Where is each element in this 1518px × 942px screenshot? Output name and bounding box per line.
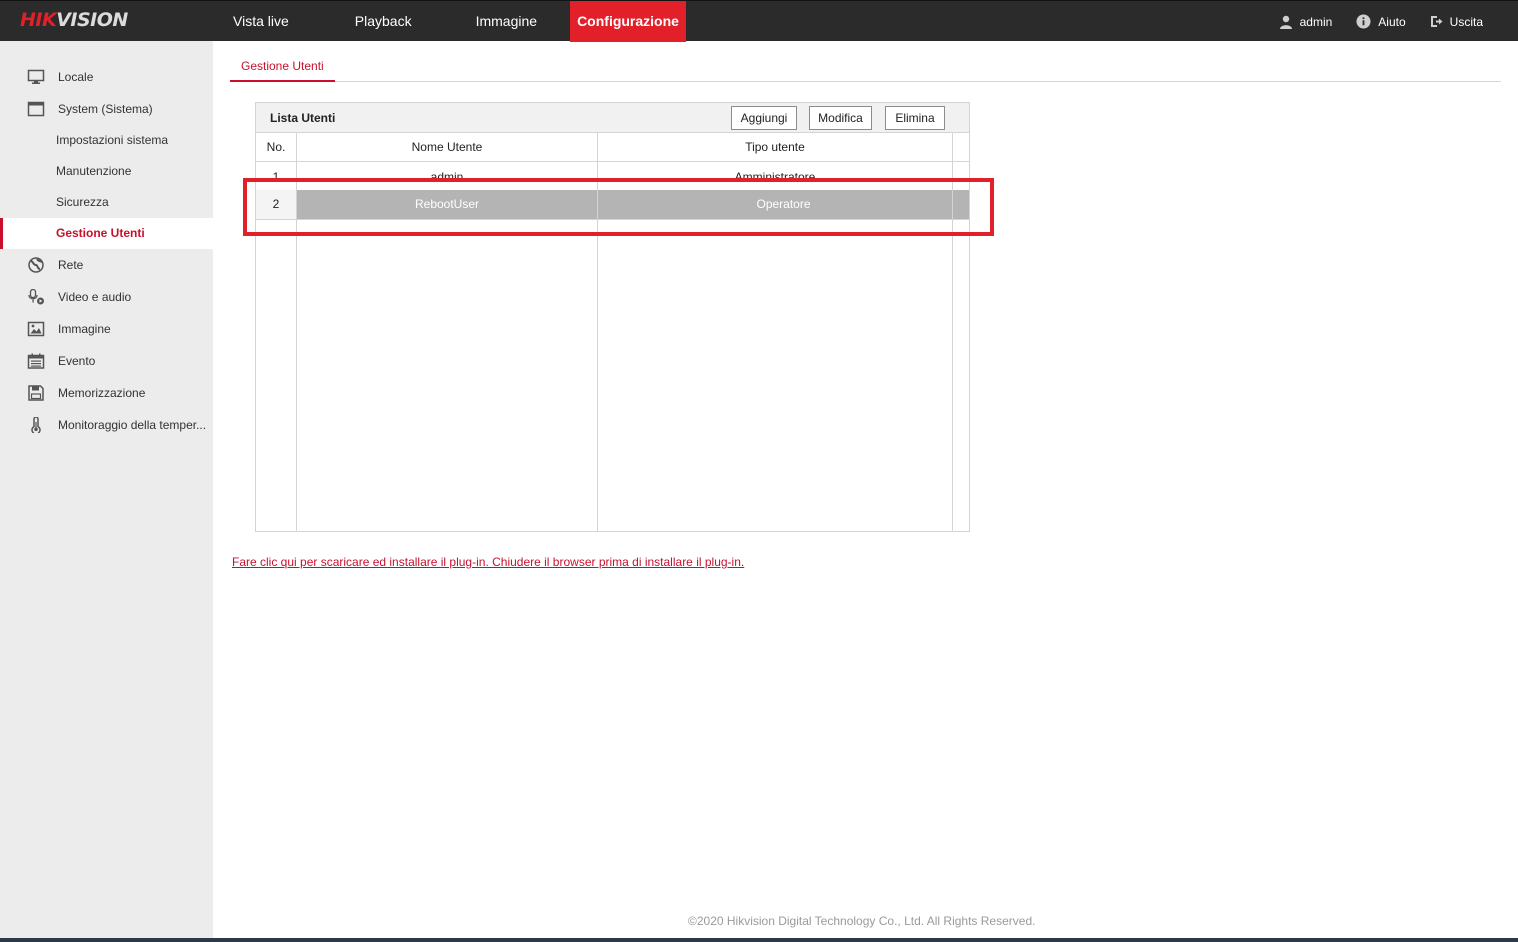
plugin-download-link[interactable]: Fare clic qui per scaricare ed installar… (232, 555, 744, 569)
top-right-menu: admin Aiuto Uscita (1279, 1, 1518, 42)
column-header-no: No. (256, 133, 296, 162)
top-navigation-bar: HIKVISION Vista live Playback Immagine C… (0, 0, 1518, 42)
calendar-icon (27, 353, 45, 369)
sidebar-item-video-audio[interactable]: Video e audio (0, 281, 213, 313)
sidebar-item-label: Evento (58, 354, 96, 368)
user-list-header: Lista Utenti Aggiungi Modifica Elimina (256, 103, 969, 133)
image-icon (27, 321, 45, 337)
monitor-icon (27, 69, 45, 84)
help-label: Aiuto (1378, 14, 1406, 29)
sidebar-item-label: Locale (58, 70, 94, 84)
sidebar-sub-manutenzione[interactable]: Manutenzione (0, 156, 213, 187)
user-menu[interactable]: admin (1279, 14, 1333, 29)
info-icon (1356, 14, 1371, 29)
nav-vista-live[interactable]: Vista live (200, 1, 322, 42)
main-nav: Vista live Playback Immagine Configurazi… (200, 1, 686, 42)
column-header-username: Nome Utente (297, 133, 597, 162)
globe-icon (28, 257, 44, 273)
add-user-button[interactable]: Aggiungi (731, 106, 797, 130)
sidebar-item-label: Memorizzazione (58, 386, 146, 400)
sidebar-item-memorizzazione[interactable]: Memorizzazione (0, 377, 213, 409)
sidebar-sub-gestione-utenti[interactable]: Gestione Utenti (0, 218, 213, 249)
bottom-edge-bar (0, 938, 1518, 942)
microphone-icon (28, 289, 44, 305)
highlight-box (243, 178, 994, 236)
sidebar-sub-sicurezza[interactable]: Sicurezza (0, 187, 213, 218)
logout-button[interactable]: Uscita (1430, 15, 1483, 29)
column-header-spacer (953, 133, 969, 162)
floppy-icon (28, 385, 44, 401)
user-list-panel: Lista Utenti Aggiungi Modifica Elimina N… (255, 102, 970, 532)
sidebar-item-label: Video e audio (58, 290, 132, 304)
nav-immagine[interactable]: Immagine (443, 1, 570, 42)
delete-user-button[interactable]: Elimina (885, 106, 945, 130)
content-tabbar: Gestione Utenti (230, 56, 1501, 82)
window-icon (27, 101, 45, 117)
sidebar-item-label: System (Sistema) (58, 102, 153, 116)
sidebar-item-immagine[interactable]: Immagine (0, 313, 213, 345)
user-list-title: Lista Utenti (270, 111, 336, 125)
logout-label: Uscita (1449, 14, 1483, 29)
sidebar-item-label: Rete (58, 258, 84, 272)
sidebar-item-system[interactable]: System (Sistema) (0, 93, 213, 125)
sidebar-sub-impostazioni-sistema[interactable]: Impostazioni sistema (0, 125, 213, 156)
help-button[interactable]: Aiuto (1356, 14, 1406, 29)
sidebar-item-monitoraggio-temperatura[interactable]: Monitoraggio della temper... (0, 409, 213, 441)
sidebar-item-label: Monitoraggio della temper... (58, 418, 207, 432)
copyright-footer: ©2020 Hikvision Digital Technology Co., … (688, 914, 1036, 928)
sidebar-item-locale[interactable]: Locale (0, 61, 213, 93)
logout-icon (1430, 16, 1443, 27)
hikvision-logo: HIKVISION (20, 9, 128, 31)
sidebar-item-rete[interactable]: Rete (0, 249, 213, 281)
sidebar-item-evento[interactable]: Evento (0, 345, 213, 377)
sidebar: Locale System (Sistema) Impostazioni sis… (0, 41, 213, 940)
nav-configurazione[interactable]: Configurazione (570, 1, 686, 42)
thermometer-icon (31, 417, 41, 433)
user-icon (1279, 15, 1292, 29)
column-header-user-type: Tipo utente (598, 133, 952, 162)
sidebar-item-label: Immagine (58, 322, 111, 336)
nav-playback[interactable]: Playback (322, 1, 443, 42)
edit-user-button[interactable]: Modifica (809, 106, 872, 130)
user-name: admin (1299, 14, 1333, 29)
tab-gestione-utenti[interactable]: Gestione Utenti (230, 56, 335, 82)
